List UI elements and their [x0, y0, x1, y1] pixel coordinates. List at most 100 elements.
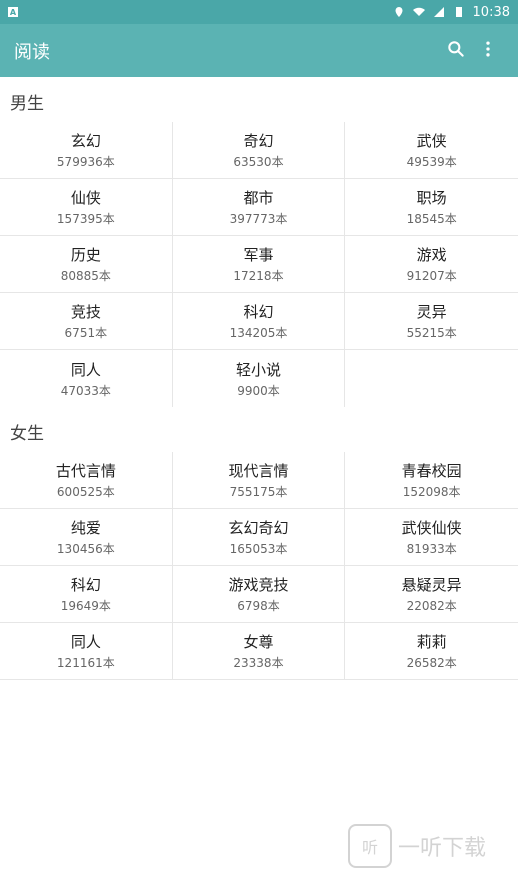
category-name: 青春校园: [401, 462, 462, 480]
category-count: 18545本: [406, 212, 457, 226]
watermark-text: 一听下载: [398, 836, 487, 861]
category-item[interactable]: 军事 17218本: [172, 236, 346, 293]
empty-cell: [345, 350, 518, 407]
category-item[interactable]: 武侠仙侠 81933本: [345, 509, 518, 566]
category-name: 科幻: [243, 303, 274, 321]
category-item[interactable]: 职场 18545本: [345, 179, 518, 236]
category-item[interactable]: 女尊 23338本: [172, 623, 346, 680]
category-count: 47033本: [60, 383, 111, 398]
category-name: 职场: [416, 189, 447, 207]
category-name: 同人: [70, 633, 101, 651]
category-count: 26582本: [406, 656, 457, 670]
category-item[interactable]: 玄幻奇幻 165053本: [172, 509, 346, 566]
more-vert-icon: [478, 39, 498, 63]
category-count: 6798本: [237, 599, 280, 613]
category-name: 奇幻: [243, 132, 274, 150]
category-count: 63530本: [233, 155, 284, 169]
category-count: 130456本: [56, 542, 115, 556]
category-name: 游戏: [416, 246, 447, 264]
category-count: 397773本: [229, 212, 288, 226]
category-item[interactable]: 游戏竞技 6798本: [172, 566, 346, 623]
category-count: 755175本: [229, 485, 288, 499]
category-name: 科幻: [70, 576, 101, 594]
category-item[interactable]: 玄幻 579936本: [0, 122, 173, 179]
category-count: 579936本: [56, 155, 115, 169]
category-section-male: 男生 玄幻 579936本 奇幻 63530本 武侠 49539本 仙侠 157395本…: [0, 77, 518, 407]
category-name: 古代言情: [55, 462, 116, 480]
watermark: 听 一听下载: [348, 822, 518, 870]
category-item[interactable]: 都市 397773本: [172, 179, 346, 236]
category-item[interactable]: 科幻 134205本: [172, 293, 346, 350]
category-name: 同人: [70, 360, 101, 379]
category-item[interactable]: 灵异 55215本: [345, 293, 518, 350]
category-count: 157395本: [56, 212, 115, 226]
category-count: 17218本: [233, 269, 284, 283]
page-title: 阅读: [14, 41, 50, 63]
category-count: 22082本: [406, 599, 457, 613]
category-name: 玄幻: [70, 132, 101, 150]
location-icon: [393, 6, 405, 18]
category-count: 165053本: [229, 542, 288, 556]
category-item[interactable]: 竞技 6751本: [0, 293, 173, 350]
wifi-icon: [412, 6, 425, 18]
category-count: 6751本: [64, 326, 108, 340]
category-name: 武侠: [416, 132, 447, 150]
category-item[interactable]: 纯爱 130456本: [0, 509, 173, 566]
status-bar: A 10:38: [0, 0, 518, 24]
category-count: 9900本: [237, 383, 280, 398]
category-item[interactable]: 青春校园 152098本: [345, 452, 518, 509]
category-count: 23338本: [233, 656, 284, 670]
category-count: 600525本: [56, 485, 115, 499]
category-name: 纯爱: [70, 519, 101, 537]
category-item[interactable]: 仙侠 157395本: [0, 179, 173, 236]
category-name: 莉莉: [416, 633, 447, 651]
search-button[interactable]: [440, 35, 472, 67]
category-name: 仙侠: [70, 189, 101, 207]
category-item[interactable]: 科幻 19649本: [0, 566, 173, 623]
category-item[interactable]: 武侠 49539本: [345, 122, 518, 179]
category-count: 19649本: [60, 599, 111, 613]
category-name: 竞技: [70, 303, 101, 321]
category-item[interactable]: 同人 47033本: [0, 350, 173, 407]
category-name: 武侠仙侠: [401, 519, 462, 537]
category-count: 134205本: [229, 326, 288, 340]
category-name: 轻小说: [235, 360, 281, 379]
category-name: 女尊: [243, 633, 274, 651]
search-icon: [446, 39, 466, 63]
category-grid-female: 古代言情 600525本 现代言情 755175本 青春校园 152098本 纯爱 13…: [0, 452, 518, 680]
category-grid-male: 玄幻 579936本 奇幻 63530本 武侠 49539本 仙侠 157395本 都市…: [0, 122, 518, 407]
status-icons: 10:38: [393, 5, 510, 20]
category-item[interactable]: 古代言情 600525本: [0, 452, 173, 509]
category-item[interactable]: 同人 121161本: [0, 623, 173, 680]
category-item[interactable]: 游戏 91207本: [345, 236, 518, 293]
category-item[interactable]: 历史 80885本: [0, 236, 173, 293]
battery-icon: [453, 6, 465, 18]
category-count: 121161本: [56, 656, 115, 670]
section-title-female: 女生: [10, 424, 44, 444]
category-name: 灵异: [416, 303, 447, 321]
more-options-button[interactable]: [472, 35, 504, 67]
category-item[interactable]: 现代言情 755175本: [172, 452, 346, 509]
category-item[interactable]: 悬疑灵异 22082本: [345, 566, 518, 623]
category-item[interactable]: 轻小说 9900本: [173, 350, 346, 407]
category-name: 军事: [243, 246, 274, 264]
category-item[interactable]: 奇幻 63530本: [172, 122, 346, 179]
category-count: 91207本: [406, 269, 457, 283]
category-count: 49539本: [406, 155, 457, 169]
category-item[interactable]: 莉莉 26582本: [345, 623, 518, 680]
category-name: 游戏竞技: [228, 576, 289, 594]
watermark-logo: 听: [348, 824, 392, 868]
notification-badge: A: [8, 7, 18, 17]
section-title-male: 男生: [10, 94, 44, 114]
status-time: 10:38: [472, 4, 510, 20]
category-count: 80885本: [60, 269, 111, 283]
category-name: 悬疑灵异: [401, 576, 462, 594]
category-name: 现代言情: [228, 462, 289, 480]
category-name: 历史: [70, 246, 101, 264]
category-count: 55215本: [406, 326, 457, 340]
category-name: 玄幻奇幻: [228, 519, 289, 537]
category-count: 152098本: [402, 485, 461, 499]
app-bar: 阅读: [0, 24, 518, 77]
category-name: 都市: [243, 189, 274, 207]
category-section-female: 女生 古代言情 600525本 现代言情 755175本 青春校园 152098本 纯…: [0, 407, 518, 680]
